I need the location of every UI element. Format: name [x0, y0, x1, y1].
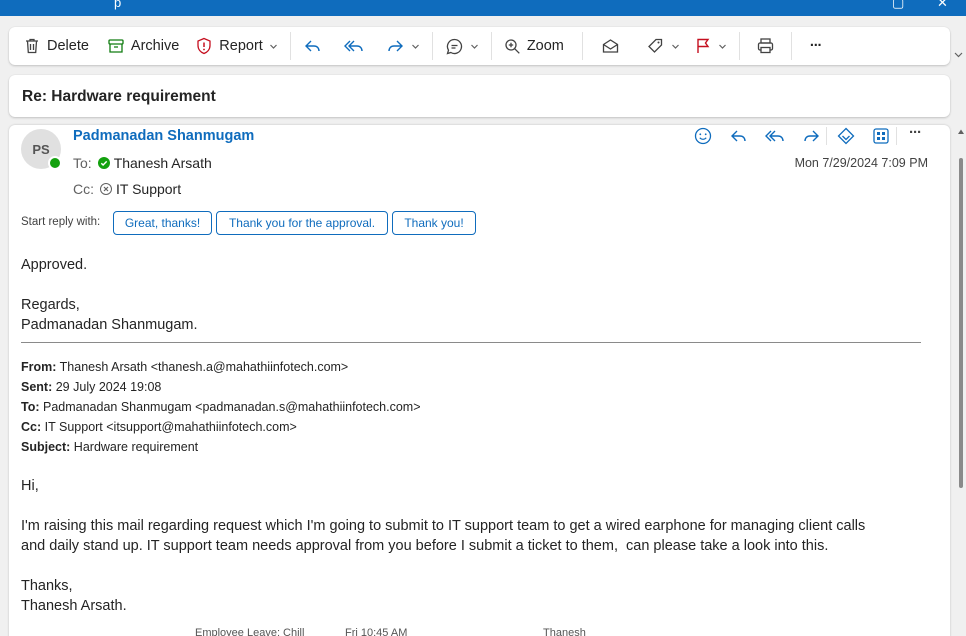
zoom-button[interactable]: Zoom	[498, 31, 570, 61]
quick-reply-option[interactable]: Great, thanks!	[113, 211, 212, 235]
peek-list-item: Employee Leave: Chill	[195, 627, 305, 636]
body-line: Approved.	[21, 257, 88, 273]
cc-recipient[interactable]: IT Support	[116, 181, 181, 197]
quote-divider	[21, 342, 921, 343]
presence-unknown-icon	[100, 183, 112, 195]
categorize-button[interactable]	[640, 31, 686, 61]
archive-button[interactable]: Archive	[101, 31, 185, 61]
close-icon[interactable]: ✕	[937, 0, 948, 10]
cc-label: Cc:	[73, 181, 94, 197]
forward-button[interactable]	[379, 31, 426, 61]
quoted-signoff: Thanks,	[21, 578, 73, 594]
scrollbar-thumb[interactable]	[959, 158, 963, 488]
delete-button[interactable]: Delete	[17, 31, 95, 61]
reply-icon[interactable]	[729, 126, 749, 146]
forward-icon	[388, 40, 403, 52]
quoted-paragraph-line: and daily stand up. IT support team need…	[21, 538, 829, 554]
shield-alert-icon	[197, 37, 211, 55]
reply-all-icon	[343, 40, 363, 52]
emoji-reaction-icon[interactable]	[693, 126, 713, 146]
message-more-button[interactable]: ···	[909, 124, 922, 141]
window-chevron-icon[interactable]	[953, 49, 964, 60]
delete-label: Delete	[47, 38, 89, 54]
restore-icon[interactable]: ▢	[892, 0, 904, 10]
toolbar-divider	[790, 32, 792, 60]
action-divider	[896, 127, 897, 145]
forward-icon[interactable]	[801, 126, 821, 146]
toolbar-divider	[289, 32, 291, 60]
to-label: To:	[73, 155, 92, 171]
quick-reply-option[interactable]: Thank you for the approval.	[216, 211, 388, 235]
to-recipient[interactable]: Thanesh Arsath	[114, 155, 212, 171]
quoted-cc: Cc: IT Support <itsupport@mahathiinfotec…	[21, 420, 297, 434]
chevron-down-icon	[269, 44, 277, 49]
zoom-label: Zoom	[526, 38, 564, 54]
quick-reply-option[interactable]: Thank you!	[392, 211, 476, 235]
title-text-fragment: p	[114, 0, 122, 10]
quoted-greeting: Hi,	[21, 478, 39, 494]
scroll-up-arrow-icon[interactable]	[957, 128, 965, 136]
message-toolbar: Delete Archive Report Zoom ···	[9, 27, 950, 65]
more-actions-button[interactable]: ···	[804, 31, 828, 61]
body-line: Regards,	[21, 297, 80, 313]
reply-all-icon[interactable]	[764, 126, 786, 146]
quoted-to: To: Padmanadan Shanmugam <padmanadan.s@m…	[21, 400, 421, 414]
quoted-signature: Thanesh Arsath.	[21, 598, 127, 614]
zoom-in-icon	[505, 38, 520, 54]
mark-read-button[interactable]	[595, 31, 626, 61]
toolbar-divider	[581, 32, 583, 60]
action-divider	[826, 127, 827, 145]
reply-icon	[304, 40, 320, 52]
title-bar: p ▢ ✕	[0, 0, 966, 16]
print-button[interactable]	[750, 31, 781, 61]
body-line: Padmanadan Shanmugam.	[21, 317, 198, 333]
quoted-subject: Subject: Hardware requirement	[21, 440, 199, 454]
presence-available-icon	[48, 156, 62, 170]
archive-label: Archive	[130, 38, 180, 54]
to-row: To: Thanesh Arsath	[73, 155, 212, 171]
chevron-down-icon	[470, 44, 478, 49]
toolbar-divider	[738, 32, 740, 60]
chevron-down-icon	[718, 44, 726, 49]
loop-component-icon[interactable]	[836, 126, 856, 146]
reply-all-button[interactable]	[337, 31, 371, 61]
presence-available-icon	[97, 157, 110, 169]
printer-icon	[757, 38, 774, 54]
teams-chat-button[interactable]	[439, 31, 485, 61]
report-label: Report	[219, 38, 263, 54]
reply-button[interactable]	[297, 31, 329, 61]
quoted-sent: Sent: 29 July 2024 19:08	[21, 380, 162, 394]
archive-icon	[108, 39, 124, 53]
chevron-down-icon	[671, 44, 679, 49]
flag-button[interactable]	[688, 31, 733, 61]
peek-list-sender: Thanesh	[543, 627, 586, 636]
flag-icon	[697, 38, 710, 53]
message-subject: Re: Hardware requirement	[22, 88, 216, 105]
trash-icon	[26, 38, 38, 54]
cc-row: Cc: IT Support	[73, 181, 181, 197]
quick-reply-label: Start reply with:	[21, 216, 101, 228]
toolbar-divider	[431, 32, 433, 60]
chevron-down-icon	[411, 44, 419, 49]
message-date: Mon 7/29/2024 7:09 PM	[794, 156, 928, 170]
apps-grid-icon[interactable]	[871, 126, 891, 146]
quoted-from: From: Thanesh Arsath <thanesh.a@mahathii…	[21, 360, 349, 374]
tag-icon	[647, 38, 663, 53]
peek-list-time: Fri 10:45 AM	[345, 627, 408, 636]
subject-card: Re: Hardware requirement	[9, 75, 950, 117]
sender-name[interactable]: Padmanadan Shanmugam	[73, 128, 254, 144]
toolbar-divider	[490, 32, 492, 60]
chat-bubble-icon	[446, 38, 462, 54]
quoted-paragraph-line: I'm raising this mail regarding request …	[21, 518, 866, 534]
report-button[interactable]: Report	[189, 31, 284, 61]
open-envelope-icon	[602, 39, 619, 53]
